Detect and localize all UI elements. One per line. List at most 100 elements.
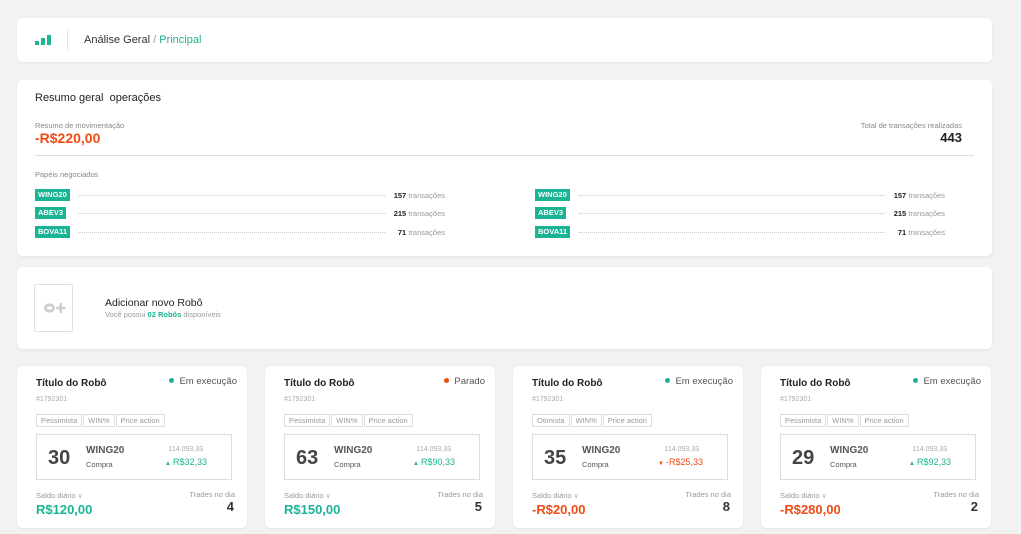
strategy-tag: Price action [363,414,413,427]
paper-ticker-tag[interactable]: BOVA11 [35,226,71,238]
trades-day-label: Trades no dia [933,490,979,499]
robot-card[interactable]: Título do Robô #1792301 Em execução Pessimi… [761,366,991,528]
add-robot-title[interactable]: Adicionar novo Robô [105,297,202,309]
papers-label: Papéis negociados [35,170,99,179]
summary-title: Resumo geral operações [35,92,161,104]
chevron-down-icon[interactable]: ∨ [76,493,83,500]
paper-count: 215 [893,209,907,218]
robot-card[interactable]: Título do Robô #1792301 Em execução Pessimi… [17,366,247,528]
trade-summary-box: 63 WING20 Compra 114.093,33 ▲ R$90,33 [284,434,480,480]
daily-balance-label[interactable]: Saldo diário ∨ [284,491,331,500]
paper-row: BOVA11 71 transações [35,226,445,238]
arrow-up-icon: ▲ [165,461,171,467]
robot-add-icon [44,303,66,313]
strategy-tag: Price action [115,414,165,427]
chevron-down-icon[interactable]: ∨ [324,493,331,500]
trade-ticker: WING20 [582,445,621,456]
add-robot-button[interactable] [34,284,73,332]
robot-status: Parado [444,376,485,387]
status-dot-icon [665,377,671,383]
robot-status: Em execução [665,376,733,387]
trade-operation: Compra [582,460,609,469]
arrow-down-icon: ▼ [658,461,664,467]
paper-count: 157 [393,191,407,200]
trade-ticker: WING20 [334,445,373,456]
status-dot-icon [169,377,175,383]
trade-operation: Compra [86,460,113,469]
divider [67,29,68,51]
trade-summary-box: 35 WING20 Compra 114.093,33 ▼ -R$25,33 [532,434,728,480]
status-label: Em execução [923,376,981,387]
trades-day-value: 4 [226,499,234,514]
trade-operation: Compra [334,460,361,469]
paper-ticker-tag[interactable]: ABEV3 [535,207,567,219]
summary-card: Resumo geral operações Resumo de movimen… [17,80,992,256]
robot-title[interactable]: Título do Robô [284,378,355,389]
robot-tags: Pessimista WIN% Price action [284,410,414,427]
paper-unit: transações [408,191,445,200]
chevron-down-icon[interactable]: ∨ [820,493,827,500]
strategy-tag: Pessimista [780,414,827,427]
trade-change: ▲ R$32,33 [165,457,207,467]
daily-balance-label[interactable]: Saldo diário ∨ [532,491,579,500]
paper-ticker-tag[interactable]: ABEV3 [35,207,67,219]
robot-tags: Pessimista WIN% Price action [36,410,166,427]
trade-price: 114.093,33 [664,446,699,453]
available-robots-count: 02 Robôs [147,310,182,319]
trade-change: ▲ R$90,33 [413,457,455,467]
robot-title[interactable]: Título do Robô [780,378,851,389]
paper-transactions: 215 transações [394,209,445,218]
robot-tags: Pessimista WIN% Price action [780,410,910,427]
daily-balance-label-text: Saldo diário [36,491,76,500]
paper-ticker-tag[interactable]: WING20 [535,189,570,201]
status-label: Em execução [675,376,733,387]
robot-title[interactable]: Título do Robô [36,378,107,389]
trade-change: ▲ R$92,33 [909,457,951,467]
dotted-leader [79,195,385,196]
robot-title[interactable]: Título do Robô [532,378,603,389]
strategy-tag: Pessimista [36,414,83,427]
daily-balance-value: R$120,00 [36,502,93,517]
daily-balance-value: -R$280,00 [780,502,841,517]
paper-row: BOVA11 71 transações [535,226,945,238]
trades-day-label: Trades no dia [685,490,731,499]
paper-transactions: 71 transações [898,228,945,237]
dotted-leader [579,195,885,196]
robot-id: #1792301 [36,396,68,403]
paper-row: WING20 157 transações [535,189,945,201]
daily-balance-label[interactable]: Saldo diário ∨ [36,491,83,500]
trade-change: ▼ -R$25,33 [658,457,703,467]
robot-id: #1792301 [780,396,812,403]
daily-balance-value: -R$20,00 [532,502,586,517]
trade-price: 114.093,33 [168,446,203,453]
paper-ticker-tag[interactable]: BOVA11 [535,226,571,238]
breadcrumb-header: Análise Geral / Principal [17,18,992,62]
robot-card[interactable]: Título do Robô #1792301 Parado Pessimista WI… [265,366,495,528]
trade-ticker: WING20 [830,445,869,456]
bar-chart-icon [35,35,51,45]
robot-tags: Otimista WIN% Price action [532,410,653,427]
trade-operation: Compra [830,460,857,469]
daily-balance-value: R$150,00 [284,502,341,517]
status-label: Parado [454,376,485,387]
trade-ticker: WING20 [86,445,125,456]
chevron-down-icon[interactable]: ∨ [572,493,579,500]
paper-count: 71 [397,228,407,237]
robot-status: Em execução [913,376,981,387]
paper-count: 215 [393,209,407,218]
daily-balance-label[interactable]: Saldo diário ∨ [780,491,827,500]
breadcrumb-section[interactable]: Análise Geral [84,34,150,46]
robot-card[interactable]: Título do Robô #1792301 Em execução Otimist… [513,366,743,528]
total-transactions-value: 443 [940,130,962,145]
paper-unit: transações [908,228,945,237]
trades-day-value: 5 [474,499,482,514]
strategy-tag: WIN% [331,414,363,427]
divider [35,155,974,156]
dotted-leader [579,232,885,233]
trade-change-value: R$90,33 [420,457,455,467]
trades-day-value: 2 [970,499,978,514]
trades-day-label: Trades no dia [437,490,483,499]
strategy-tag: Otimista [532,414,570,427]
add-robot-card[interactable]: Adicionar novo Robô Você possui 02 Robôs… [17,267,992,349]
paper-ticker-tag[interactable]: WING20 [35,189,70,201]
